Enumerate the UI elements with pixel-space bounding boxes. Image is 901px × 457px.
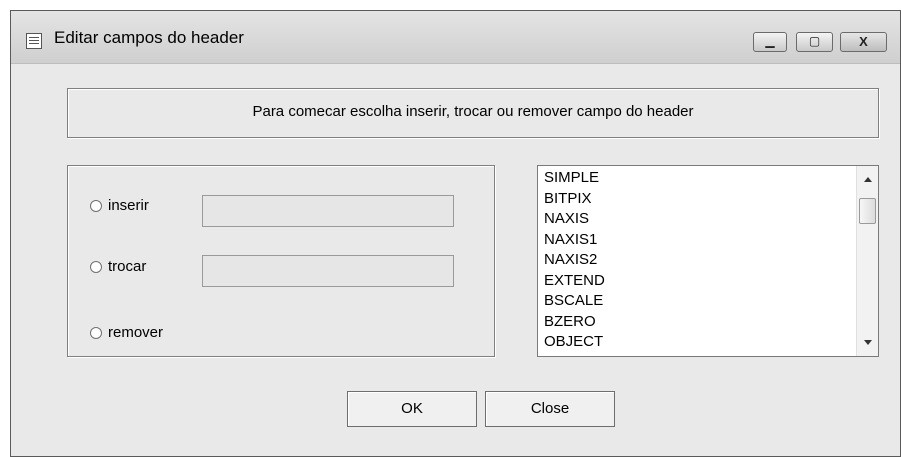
list-item[interactable]: SIMPLE [544, 168, 605, 189]
close-icon: X [859, 34, 868, 49]
maximize-icon: ▢ [808, 34, 821, 48]
close-button[interactable]: Close [485, 391, 615, 427]
radio-trocar[interactable] [90, 260, 102, 273]
app-icon [26, 33, 42, 49]
radio-remover[interactable] [90, 326, 102, 339]
list-item[interactable]: BSCALE [544, 291, 605, 312]
close-window-button[interactable]: X [840, 32, 887, 52]
instruction-text: Para comecar escolha inserir, trocar ou … [252, 103, 694, 120]
scroll-down-icon[interactable] [864, 340, 872, 345]
option-trocar[interactable]: trocar [90, 258, 146, 275]
option-label-trocar: trocar [108, 258, 147, 275]
scroll-thumb[interactable] [859, 198, 876, 224]
option-inserir[interactable]: inserir [90, 197, 149, 214]
action-options-group: inserir trocar remover [67, 165, 495, 357]
list-item[interactable]: NAXIS1 [544, 230, 605, 251]
instruction-panel: Para comecar escolha inserir, trocar ou … [67, 88, 879, 138]
window-title: Editar campos do header [54, 28, 244, 47]
list-item[interactable]: OBJECT [544, 332, 605, 353]
keyword-items: SIMPLE BITPIX NAXIS NAXIS1 NAXIS2 EXTEND… [544, 168, 605, 353]
option-label-inserir: inserir [108, 197, 149, 214]
header-keyword-list[interactable]: SIMPLE BITPIX NAXIS NAXIS1 NAXIS2 EXTEND… [537, 165, 879, 357]
inserir-input[interactable] [202, 195, 454, 227]
title-bar[interactable]: Editar campos do header ▁ ▢ X [11, 11, 900, 64]
radio-inserir[interactable] [90, 199, 102, 212]
maximize-button[interactable]: ▢ [796, 32, 833, 52]
list-item[interactable]: EXTEND [544, 271, 605, 292]
ok-button[interactable]: OK [347, 391, 477, 427]
minimize-icon: ▁ [765, 34, 775, 48]
option-label-remover: remover [108, 324, 164, 341]
list-item[interactable]: BZERO [544, 312, 605, 333]
list-scrollbar[interactable] [856, 166, 878, 356]
dialog-window: Editar campos do header ▁ ▢ X Para comec… [10, 10, 901, 457]
list-item[interactable]: NAXIS [544, 209, 605, 230]
minimize-button[interactable]: ▁ [753, 32, 787, 52]
trocar-input[interactable] [202, 255, 454, 287]
option-remover[interactable]: remover [90, 324, 163, 341]
list-item[interactable]: NAXIS2 [544, 250, 605, 271]
scroll-up-icon[interactable] [864, 177, 872, 182]
list-item[interactable]: BITPIX [544, 189, 605, 210]
